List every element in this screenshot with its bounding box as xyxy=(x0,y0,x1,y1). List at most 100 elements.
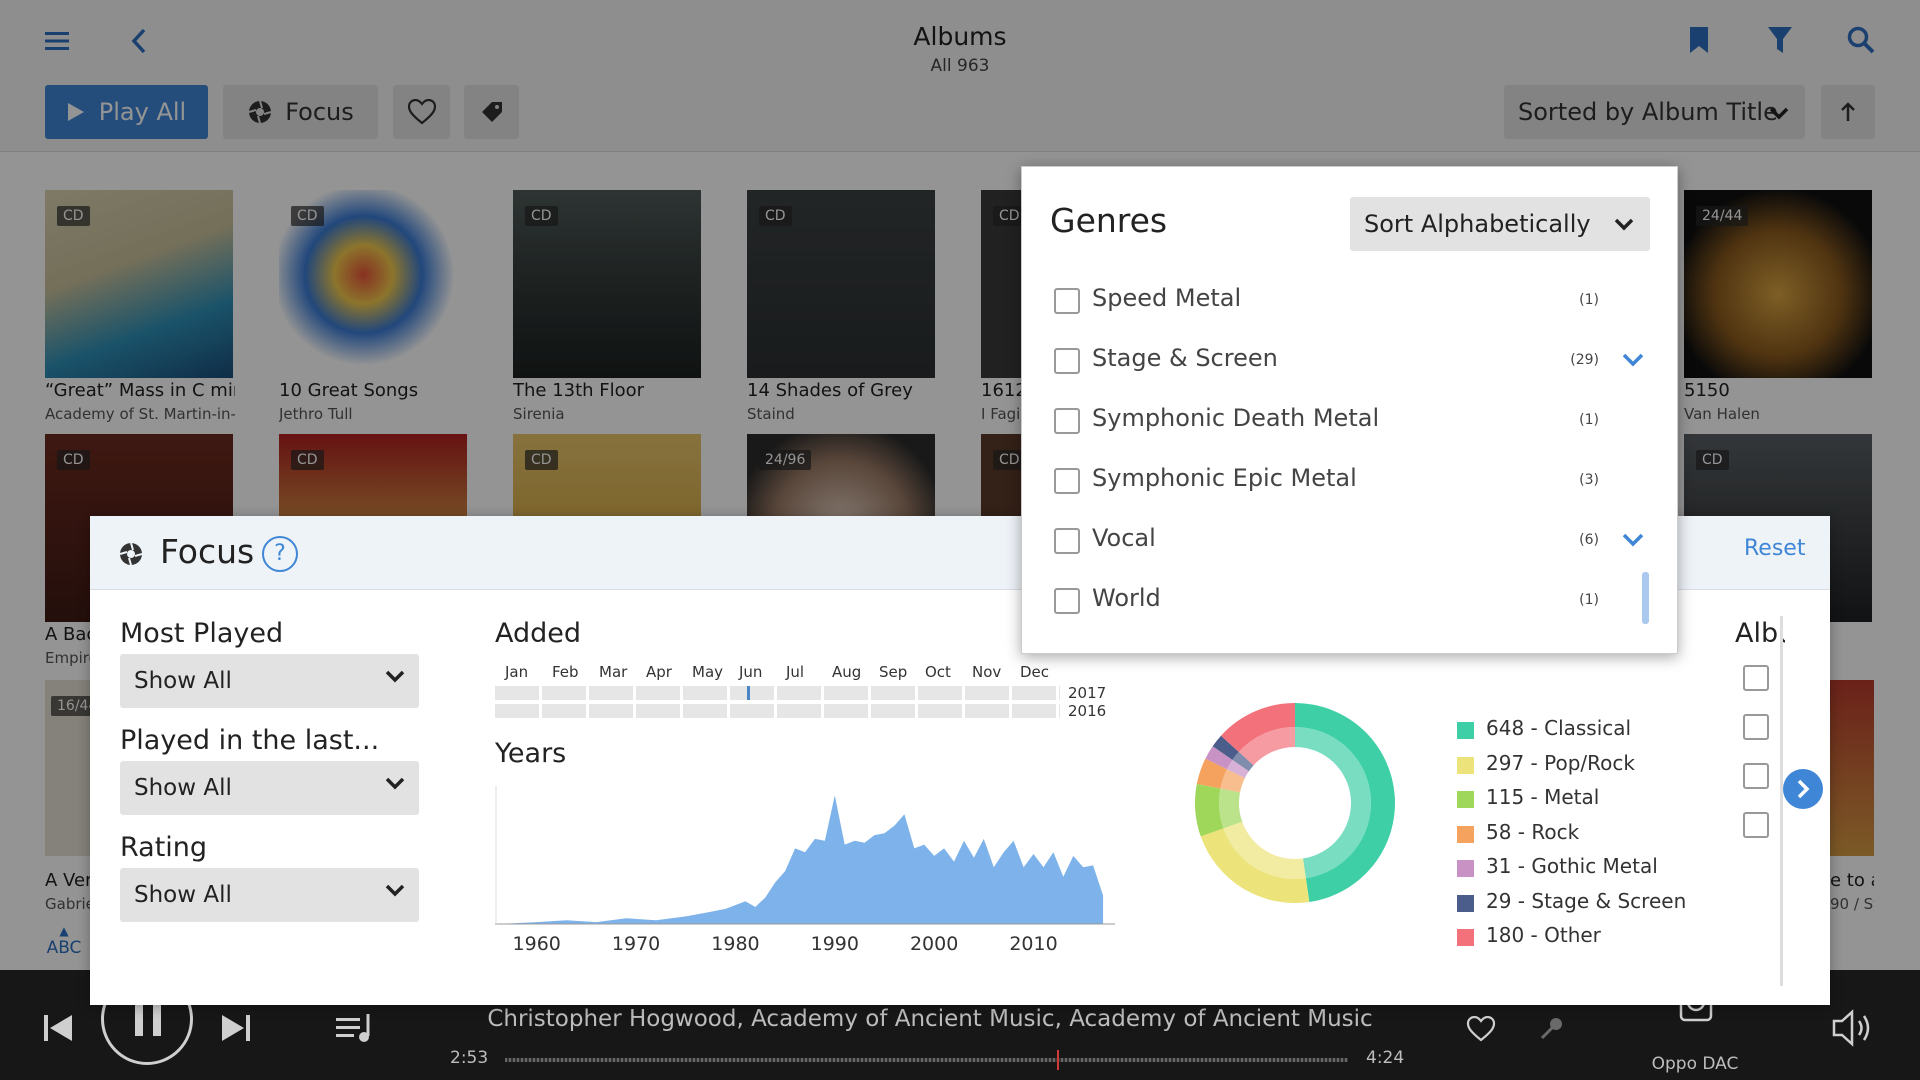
legend-label[interactable]: 180 - Other xyxy=(1486,923,1601,947)
genre-count: (3) xyxy=(1579,472,1599,488)
scrollbar-thumb[interactable] xyxy=(1642,572,1649,624)
added-year-label: 2016 xyxy=(1068,702,1107,720)
legend-swatch xyxy=(1457,929,1474,946)
genre-item[interactable]: Symphonic Death Metal (1) xyxy=(1054,402,1634,442)
genre-name[interactable]: Stage & Screen xyxy=(1092,344,1278,372)
genre-checkbox[interactable] xyxy=(1054,468,1080,494)
expand-chevron-icon[interactable] xyxy=(1622,353,1644,367)
genre-checkbox[interactable] xyxy=(1054,588,1080,614)
donut-slice[interactable] xyxy=(1195,783,1224,837)
genre-checkbox[interactable] xyxy=(1054,288,1080,314)
legend-swatch xyxy=(1457,860,1474,877)
expand-chevron-icon[interactable] xyxy=(1622,533,1644,547)
played-last-select[interactable]: Show All xyxy=(120,761,419,815)
genre-item[interactable]: Symphonic Epic Metal (3) xyxy=(1054,462,1634,502)
genre-checkbox[interactable] xyxy=(1054,528,1080,554)
legend-label[interactable]: 648 - Classical xyxy=(1486,716,1631,740)
volume-icon[interactable] xyxy=(1832,1008,1876,1048)
next-icon[interactable] xyxy=(220,1012,252,1044)
legend-swatch xyxy=(1457,894,1474,912)
genres-title: Genres xyxy=(1050,201,1168,240)
month-label: Nov xyxy=(972,663,1002,681)
genre-count: (1) xyxy=(1579,292,1599,308)
genre-count: (29) xyxy=(1570,352,1599,368)
month-label: Dec xyxy=(1020,663,1050,681)
rating-select[interactable]: Show All xyxy=(120,868,419,922)
donut-inner-slice[interactable] xyxy=(1219,788,1243,829)
album-type-item[interactable]: EP xyxy=(1743,810,1780,842)
x-tick-label: 2010 xyxy=(1009,933,1057,955)
seek-position[interactable] xyxy=(1057,1050,1060,1070)
genre-name[interactable]: Vocal xyxy=(1092,524,1156,552)
duration-time: 4:24 xyxy=(1366,1048,1405,1068)
added-marker xyxy=(747,686,750,700)
month-label: Feb xyxy=(552,663,579,681)
genre-checkbox[interactable] xyxy=(1054,408,1080,434)
month-label: Oct xyxy=(925,663,951,681)
genre-checkbox[interactable] xyxy=(1054,348,1080,374)
month-label: May xyxy=(692,663,724,681)
genre-name[interactable]: Symphonic Death Metal xyxy=(1092,404,1379,432)
radio-icon[interactable] xyxy=(1538,1016,1564,1042)
genres-sort-select[interactable]: Sort Alphabetically xyxy=(1350,197,1650,251)
genre-item[interactable]: Vocal (6) xyxy=(1054,522,1644,562)
rating-value: Show All xyxy=(134,882,232,908)
scrollbar[interactable] xyxy=(1780,616,1783,986)
years-label: Years xyxy=(495,738,567,769)
x-tick-label: 2000 xyxy=(910,933,958,955)
month-label: Jun xyxy=(739,663,763,681)
elapsed-time: 2:53 xyxy=(450,1048,489,1068)
legend-swatch xyxy=(1457,756,1474,774)
next-page-button[interactable] xyxy=(1783,769,1823,809)
played-last-value: Show All xyxy=(134,775,232,801)
years-area-chart[interactable]: 1960 1970 1980 1990 2000 2010 xyxy=(495,786,1120,956)
genre-donut-chart[interactable] xyxy=(1190,698,1400,908)
genres-sort-value: Sort Alphabetically xyxy=(1364,210,1591,238)
most-played-label: Most Played xyxy=(120,618,284,649)
album-type-item[interactable]: Ma xyxy=(1743,663,1780,695)
zone-name[interactable]: Oppo DAC xyxy=(1630,1054,1760,1074)
month-label: Aug xyxy=(832,663,862,681)
most-played-select[interactable]: Show All xyxy=(120,654,419,708)
album-type-item[interactable]: So xyxy=(1743,712,1780,744)
album-type-checkbox[interactable] xyxy=(1743,714,1769,740)
now-playing-text[interactable]: Christopher Hogwood, Academy of Ancient … xyxy=(430,1006,1430,1032)
legend-label[interactable]: 58 - Rock xyxy=(1486,820,1579,844)
chevron-down-icon xyxy=(385,670,405,683)
genre-item[interactable]: World (1) xyxy=(1054,582,1634,622)
heart-icon[interactable] xyxy=(1466,1016,1496,1042)
chevron-right-icon xyxy=(1797,779,1810,799)
added-label: Added xyxy=(495,618,582,649)
most-played-value: Show All xyxy=(134,668,232,694)
added-timeline-2016[interactable] xyxy=(495,704,1060,718)
genre-count: (1) xyxy=(1579,412,1599,428)
added-timeline-2017[interactable] xyxy=(495,686,1060,700)
legend-label[interactable]: 29 - Stage & Screen xyxy=(1486,889,1686,913)
focus-panel-title: Focus xyxy=(160,532,255,571)
previous-icon[interactable] xyxy=(42,1012,74,1044)
x-tick-label: 1990 xyxy=(811,933,859,955)
help-button[interactable]: ? xyxy=(262,536,298,572)
month-label: Mar xyxy=(599,663,628,681)
chevron-down-icon xyxy=(1614,218,1634,231)
album-type-label: Albu xyxy=(1735,618,1785,649)
album-type-checkbox[interactable] xyxy=(1743,665,1769,691)
album-type-checkbox[interactable] xyxy=(1743,812,1769,838)
genre-item[interactable]: Stage & Screen (29) xyxy=(1054,342,1644,382)
chevron-down-icon xyxy=(385,777,405,790)
genre-name[interactable]: World xyxy=(1092,584,1161,612)
album-type-item[interactable]: Si xyxy=(1743,761,1780,793)
legend-label[interactable]: 297 - Pop/Rock xyxy=(1486,751,1635,775)
genre-name[interactable]: Speed Metal xyxy=(1092,284,1241,312)
legend-label[interactable]: 115 - Metal xyxy=(1486,785,1599,809)
genre-item[interactable]: Speed Metal (1) xyxy=(1054,282,1634,322)
pause-icon xyxy=(135,1004,161,1036)
reset-button[interactable]: Reset xyxy=(1744,536,1805,561)
legend-label[interactable]: 31 - Gothic Metal xyxy=(1486,854,1658,878)
seek-bar[interactable] xyxy=(505,1050,1348,1070)
queue-icon[interactable] xyxy=(336,1012,378,1044)
genres-popup: Genres Sort Alphabetically Speed Metal (1… xyxy=(1021,166,1678,654)
month-label: Apr xyxy=(646,663,672,681)
album-type-checkbox[interactable] xyxy=(1743,763,1769,789)
genre-name[interactable]: Symphonic Epic Metal xyxy=(1092,464,1357,492)
